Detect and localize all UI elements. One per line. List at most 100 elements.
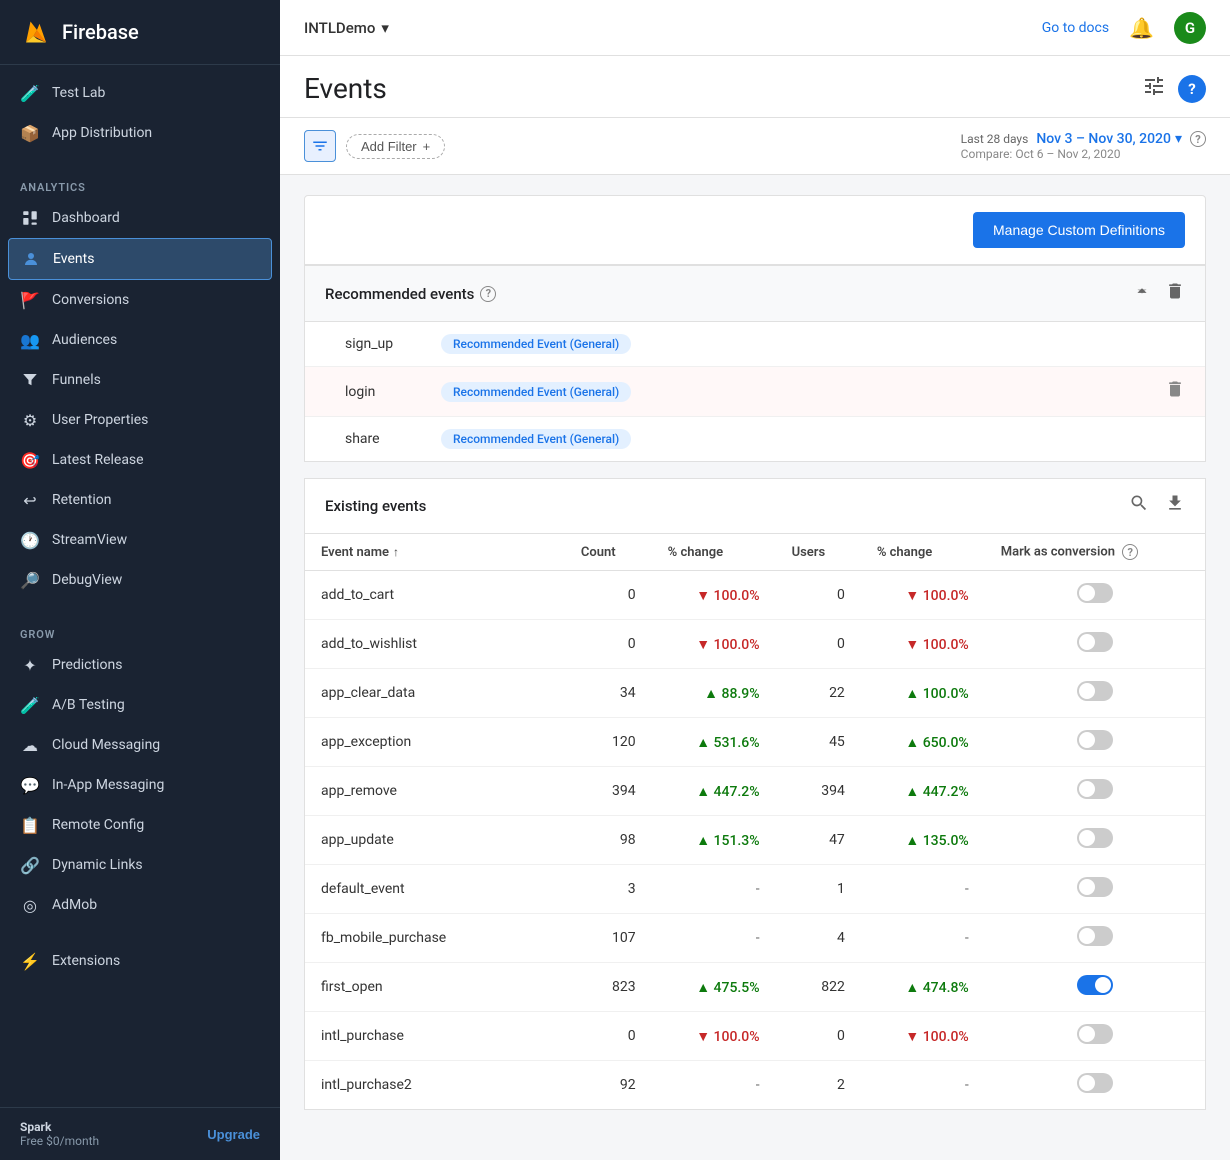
add-filter-button[interactable]: Add Filter + bbox=[346, 134, 445, 159]
conversion-toggle[interactable] bbox=[1077, 730, 1113, 750]
search-button[interactable] bbox=[1129, 493, 1149, 519]
delete-section-icon[interactable] bbox=[1165, 281, 1185, 306]
th-event-name[interactable]: Event name ↑ bbox=[305, 534, 565, 571]
recommended-events-list: sign_up Recommended Event (General) logi… bbox=[305, 322, 1205, 461]
sidebar-item-debugview[interactable]: 🔎 DebugView bbox=[0, 560, 280, 600]
event-name-cell[interactable]: app_exception bbox=[305, 718, 565, 767]
conversion-toggle[interactable] bbox=[1077, 1024, 1113, 1044]
users-cell: 394 bbox=[776, 767, 861, 816]
extensions-section: ⚡ Extensions bbox=[0, 933, 280, 989]
sidebar-item-label: In-App Messaging bbox=[52, 777, 164, 793]
user-properties-icon: ⚙ bbox=[20, 410, 40, 430]
sidebar-item-dynamic-links[interactable]: 🔗 Dynamic Links bbox=[0, 845, 280, 885]
delete-event-icon[interactable] bbox=[1165, 379, 1185, 404]
sidebar-item-user-properties[interactable]: ⚙ User Properties bbox=[0, 400, 280, 440]
event-name[interactable]: sign_up bbox=[345, 336, 425, 352]
event-name-cell[interactable]: app_update bbox=[305, 816, 565, 865]
sidebar-item-latest-release[interactable]: 🎯 Latest Release bbox=[0, 440, 280, 480]
analytics-section-label: Analytics bbox=[0, 169, 280, 198]
upgrade-button[interactable]: Upgrade bbox=[207, 1127, 260, 1142]
date-range-label: Last 28 days bbox=[961, 132, 1029, 146]
sidebar-item-remote-config[interactable]: 📋 Remote Config bbox=[0, 805, 280, 845]
recommended-help-icon[interactable]: ? bbox=[480, 286, 496, 302]
date-help-icon[interactable]: ? bbox=[1190, 131, 1206, 147]
sidebar-item-label: App Distribution bbox=[52, 125, 152, 141]
notifications-icon[interactable]: 🔔 bbox=[1129, 16, 1154, 40]
conversion-toggle[interactable] bbox=[1077, 975, 1113, 995]
download-button[interactable] bbox=[1165, 493, 1185, 519]
sort-arrow-icon: ↑ bbox=[393, 545, 399, 559]
conversion-toggle-cell bbox=[985, 571, 1205, 620]
filter-icon-box[interactable] bbox=[304, 130, 336, 162]
manage-custom-definitions-button[interactable]: Manage Custom Definitions bbox=[973, 212, 1185, 248]
event-name-cell[interactable]: app_remove bbox=[305, 767, 565, 816]
conversion-help-icon[interactable]: ? bbox=[1122, 544, 1138, 560]
conversion-toggle[interactable] bbox=[1077, 926, 1113, 946]
event-name-cell[interactable]: intl_purchase2 bbox=[305, 1061, 565, 1110]
events-icon bbox=[21, 249, 41, 269]
event-name[interactable]: login bbox=[345, 384, 425, 400]
event-name-cell[interactable]: app_clear_data bbox=[305, 669, 565, 718]
sidebar-item-cloud-messaging[interactable]: ☁ Cloud Messaging bbox=[0, 725, 280, 765]
customize-icon[interactable] bbox=[1142, 74, 1166, 104]
th-count: Count bbox=[565, 534, 652, 571]
conversion-toggle[interactable] bbox=[1077, 877, 1113, 897]
sidebar-item-label: Dynamic Links bbox=[52, 857, 143, 873]
event-name-cell[interactable]: add_to_cart bbox=[305, 571, 565, 620]
event-name-cell[interactable]: first_open bbox=[305, 963, 565, 1012]
conversion-toggle[interactable] bbox=[1077, 681, 1113, 701]
sidebar-item-label: Dashboard bbox=[52, 210, 120, 226]
count-change-cell: ▲ 151.3% bbox=[652, 816, 776, 865]
conversion-toggle[interactable] bbox=[1077, 1073, 1113, 1093]
sidebar-item-audiences[interactable]: 👥 Audiences bbox=[0, 320, 280, 360]
sidebar-item-label: Retention bbox=[52, 492, 112, 508]
sidebar-item-streamview[interactable]: 🕐 StreamView bbox=[0, 520, 280, 560]
help-button[interactable]: ? bbox=[1178, 75, 1206, 103]
project-selector[interactable]: INTLDemo ▾ bbox=[304, 19, 389, 37]
user-avatar[interactable]: G bbox=[1174, 12, 1206, 44]
remote-config-icon: 📋 bbox=[20, 815, 40, 835]
sidebar-item-retention[interactable]: ↩ Retention bbox=[0, 480, 280, 520]
sidebar-item-events[interactable]: Events bbox=[8, 238, 272, 280]
conversion-toggle-cell bbox=[985, 963, 1205, 1012]
analytics-section: Analytics Dashboard Events 🚩 Conversions… bbox=[0, 161, 280, 608]
topbar-left: INTLDemo ▾ bbox=[304, 19, 389, 37]
app-title: Firebase bbox=[62, 20, 139, 44]
filter-bar: Add Filter + Last 28 days Nov 3 – Nov 30… bbox=[280, 118, 1230, 175]
plan-info: Spark Free $0/month bbox=[20, 1120, 99, 1148]
sidebar-item-funnels[interactable]: Funnels bbox=[0, 360, 280, 400]
sidebar-item-in-app-messaging[interactable]: 💬 In-App Messaging bbox=[0, 765, 280, 805]
event-name-cell[interactable]: intl_purchase bbox=[305, 1012, 565, 1061]
existing-header-actions bbox=[1129, 493, 1185, 519]
sidebar-item-extensions[interactable]: ⚡ Extensions bbox=[0, 941, 280, 981]
date-range: Last 28 days Nov 3 – Nov 30, 2020 ▾ ? Co… bbox=[961, 131, 1206, 161]
date-range-value[interactable]: Nov 3 – Nov 30, 2020 ▾ bbox=[1036, 131, 1182, 147]
event-name-cell[interactable]: default_event bbox=[305, 865, 565, 914]
sidebar-item-predictions[interactable]: ✦ Predictions bbox=[0, 645, 280, 685]
sidebar-item-app-distribution[interactable]: 📦 App Distribution bbox=[0, 113, 280, 153]
sidebar-item-dashboard[interactable]: Dashboard bbox=[0, 198, 280, 238]
expand-collapse-icon[interactable] bbox=[1131, 280, 1153, 307]
firebase-logo-icon bbox=[20, 16, 52, 48]
manage-btn-row: Manage Custom Definitions bbox=[304, 195, 1206, 265]
conversion-toggle[interactable] bbox=[1077, 828, 1113, 848]
count-cell: 107 bbox=[565, 914, 652, 963]
count-change-cell: ▲ 447.2% bbox=[652, 767, 776, 816]
filter-left: Add Filter + bbox=[304, 130, 445, 162]
users-cell: 1 bbox=[776, 865, 861, 914]
sidebar-item-ab-testing[interactable]: 🧪 A/B Testing bbox=[0, 685, 280, 725]
conversion-toggle[interactable] bbox=[1077, 632, 1113, 652]
go-to-docs-link[interactable]: Go to docs bbox=[1042, 20, 1109, 36]
sidebar-item-test-lab[interactable]: 🧪 Test Lab bbox=[0, 73, 280, 113]
sidebar-item-conversions[interactable]: 🚩 Conversions bbox=[0, 280, 280, 320]
event-name[interactable]: share bbox=[345, 431, 425, 447]
event-name-cell[interactable]: fb_mobile_purchase bbox=[305, 914, 565, 963]
streamview-icon: 🕐 bbox=[20, 530, 40, 550]
sidebar-item-admob[interactable]: ◎ AdMob bbox=[0, 885, 280, 925]
conversion-toggle[interactable] bbox=[1077, 583, 1113, 603]
table-row: app_exception 120 ▲ 531.6% 45 ▲ 650.0% bbox=[305, 718, 1205, 767]
conversion-toggle[interactable] bbox=[1077, 779, 1113, 799]
event-name-cell[interactable]: add_to_wishlist bbox=[305, 620, 565, 669]
conversion-toggle-cell bbox=[985, 1012, 1205, 1061]
table-row: add_to_cart 0 ▼ 100.0% 0 ▼ 100.0% bbox=[305, 571, 1205, 620]
